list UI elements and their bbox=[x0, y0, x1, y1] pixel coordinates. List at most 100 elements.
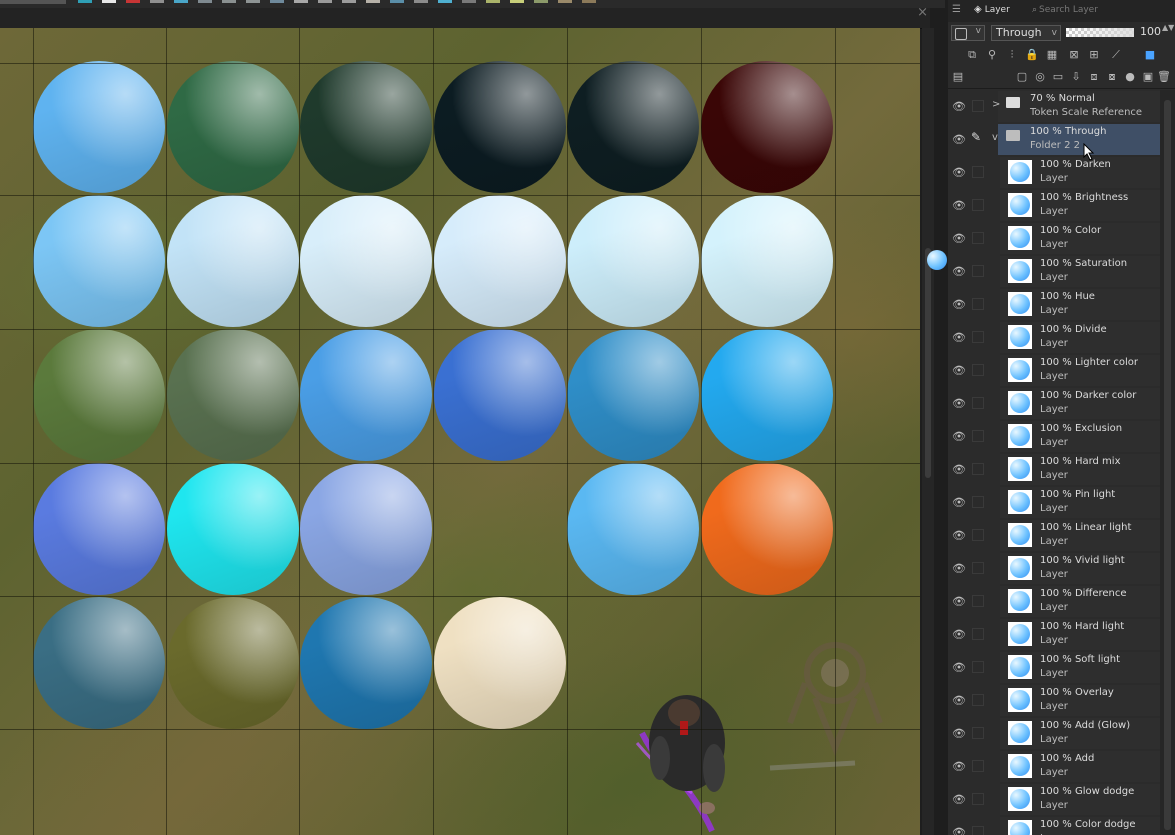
layer-row[interactable]: 👁 100 % Overlay Layer bbox=[948, 684, 1160, 717]
eye-icon[interactable]: 👁 bbox=[952, 562, 966, 575]
clip-icon[interactable]: ⧉ bbox=[964, 48, 980, 62]
layer-item[interactable]: 100 % Glow dodge Layer bbox=[1000, 784, 1160, 815]
layer-list-scrollbar[interactable] bbox=[1160, 90, 1175, 835]
lock-toggle[interactable] bbox=[972, 760, 984, 772]
layer-item[interactable]: 100 % Divide Layer bbox=[1000, 322, 1160, 353]
lock-toggle[interactable] bbox=[972, 793, 984, 805]
lock-transparent-icon[interactable]: ▦ bbox=[1044, 48, 1060, 61]
layer-item[interactable]: 100 % Add (Glow) Layer bbox=[1000, 718, 1160, 749]
reference-icon[interactable]: ⚲ bbox=[984, 48, 1000, 61]
layer-row[interactable]: 👁 100 % Difference Layer bbox=[948, 585, 1160, 618]
eye-icon[interactable]: 👁 bbox=[952, 826, 966, 835]
layer-row[interactable]: 👁 100 % Pin light Layer bbox=[948, 486, 1160, 519]
lock-toggle[interactable] bbox=[972, 826, 984, 835]
merge-icon[interactable]: ⧇ bbox=[1104, 70, 1120, 84]
color-swatch[interactable] bbox=[534, 0, 548, 3]
layer-item[interactable]: 100 % Exclusion Layer bbox=[1000, 421, 1160, 452]
color-swatch[interactable] bbox=[462, 0, 476, 3]
eye-icon[interactable]: 👁 bbox=[952, 727, 966, 740]
layer-item[interactable]: 100 % Lighter color Layer bbox=[1000, 355, 1160, 386]
layer-row[interactable]: 👁 100 % Hard light Layer bbox=[948, 618, 1160, 651]
lock-toggle[interactable] bbox=[972, 100, 984, 112]
layer-item[interactable]: 100 % Color dodgeLayer bbox=[1000, 817, 1160, 835]
color-swatch[interactable] bbox=[558, 0, 572, 3]
lock-toggle[interactable] bbox=[972, 397, 984, 409]
color-swatch[interactable] bbox=[126, 0, 140, 3]
lock-toggle[interactable] bbox=[972, 595, 984, 607]
color-swatch[interactable] bbox=[78, 0, 92, 3]
eye-icon[interactable]: 👁 bbox=[952, 760, 966, 773]
layer-row[interactable]: 👁 100 % Saturation Layer bbox=[948, 255, 1160, 288]
scroll-thumb[interactable] bbox=[925, 248, 947, 478]
color-icon[interactable]: ⊞ bbox=[1086, 48, 1102, 61]
lock-toggle[interactable] bbox=[972, 232, 984, 244]
color-swatch[interactable] bbox=[222, 0, 236, 3]
color-swatch[interactable] bbox=[318, 0, 332, 3]
eye-icon[interactable]: 👁 bbox=[952, 364, 966, 377]
color-swatch[interactable] bbox=[390, 0, 404, 3]
combine-layers-icon[interactable]: ⧈ bbox=[1086, 70, 1102, 84]
layer-color-icon[interactable]: ■ bbox=[1142, 48, 1158, 61]
ghost-token[interactable] bbox=[765, 628, 895, 778]
new-raster-layer-icon[interactable]: ▢ bbox=[1014, 70, 1030, 83]
canvas[interactable] bbox=[0, 28, 920, 835]
layer-item[interactable]: 100 % Soft light Layer bbox=[1000, 652, 1160, 683]
layer-row[interactable]: 👁 100 % Add Layer bbox=[948, 750, 1160, 783]
layer-row[interactable]: 👁 100 % Exclusion Layer bbox=[948, 420, 1160, 453]
color-swatch[interactable] bbox=[198, 0, 212, 3]
scroll-thumb[interactable] bbox=[1164, 100, 1171, 830]
layer-item[interactable]: >70 % Normal Token Scale Reference bbox=[992, 91, 1160, 122]
new-vector-layer-icon[interactable]: ◎ bbox=[1032, 70, 1048, 83]
layer-row[interactable]: 👁 100 % Color Layer bbox=[948, 222, 1160, 255]
opacity-spinner-icon[interactable]: ▲▼ bbox=[1162, 24, 1174, 32]
layer-row[interactable]: 👁 100 % Darker color Layer bbox=[948, 387, 1160, 420]
lock-icon[interactable]: 🔒 bbox=[1024, 48, 1040, 61]
eye-icon[interactable]: 👁 bbox=[952, 232, 966, 245]
eye-icon[interactable]: 👁 bbox=[952, 331, 966, 344]
lock-toggle[interactable] bbox=[972, 430, 984, 442]
layer-item[interactable]: 100 % Darker color Layer bbox=[1000, 388, 1160, 419]
lock-toggle[interactable] bbox=[972, 727, 984, 739]
eye-icon[interactable]: 👁 bbox=[952, 166, 966, 179]
new-folder-icon[interactable]: ▭ bbox=[1050, 70, 1066, 83]
color-swatch[interactable] bbox=[246, 0, 260, 3]
color-swatch[interactable] bbox=[582, 0, 596, 3]
eye-icon[interactable]: 👁 bbox=[952, 496, 966, 509]
eye-icon[interactable]: 👁 bbox=[952, 628, 966, 641]
layer-type-dropdown[interactable]: v bbox=[951, 25, 985, 41]
create-mask-icon[interactable]: ● bbox=[1122, 70, 1138, 83]
opacity-value[interactable]: 100 bbox=[1140, 25, 1161, 38]
apply-mask-icon[interactable]: ▣ bbox=[1140, 70, 1156, 83]
layer-row[interactable]: 👁 100 % Darken Layer bbox=[948, 156, 1160, 189]
chevron-right-icon[interactable]: > bbox=[992, 99, 1000, 110]
ruler-icon[interactable]: ⟋ bbox=[1108, 48, 1124, 62]
lock-toggle[interactable] bbox=[972, 562, 984, 574]
eye-icon[interactable]: 👁 bbox=[952, 265, 966, 278]
tab-search-layer[interactable]: ⌕ Search Layer bbox=[1032, 5, 1098, 15]
color-swatch[interactable] bbox=[510, 0, 524, 3]
lock-toggle[interactable] bbox=[972, 529, 984, 541]
lock-toggle[interactable] bbox=[972, 298, 984, 310]
lock-toggle[interactable] bbox=[972, 166, 984, 178]
layer-item[interactable]: 100 % Brightness Layer bbox=[1000, 190, 1160, 221]
delete-layer-icon[interactable]: 🗑 bbox=[1156, 70, 1172, 83]
eye-icon[interactable]: 👁 bbox=[952, 595, 966, 608]
tab-layer[interactable]: ◈ Layer bbox=[974, 4, 1010, 15]
color-swatch[interactable] bbox=[486, 0, 500, 3]
close-icon[interactable]: × bbox=[917, 5, 928, 20]
lock-toggle[interactable] bbox=[972, 496, 984, 508]
blend-mode-select[interactable]: Through v bbox=[991, 25, 1061, 41]
layer-item[interactable]: 100 % Darken Layer bbox=[1000, 157, 1160, 188]
eye-icon[interactable]: 👁 bbox=[952, 793, 966, 806]
eye-icon[interactable]: 👁 bbox=[952, 430, 966, 443]
color-swatch[interactable] bbox=[270, 0, 284, 3]
eye-icon[interactable]: 👁 bbox=[952, 661, 966, 674]
layer-item[interactable]: v 100 % Through Folder 2 2 bbox=[992, 124, 1160, 155]
layer-row[interactable]: 👁 100 % Vivid light Layer bbox=[948, 552, 1160, 585]
canvas-scrollbar[interactable] bbox=[922, 28, 947, 835]
lock-toggle[interactable] bbox=[972, 331, 984, 343]
transfer-down-icon[interactable]: ⇩ bbox=[1068, 70, 1084, 83]
lock-toggle[interactable] bbox=[972, 694, 984, 706]
layer-folder-row[interactable]: 👁 >70 % Normal Token Scale Reference bbox=[948, 90, 1160, 123]
layer-folder-row[interactable]: 👁 ✎ v 100 % Through Folder 2 2 bbox=[948, 123, 1160, 156]
